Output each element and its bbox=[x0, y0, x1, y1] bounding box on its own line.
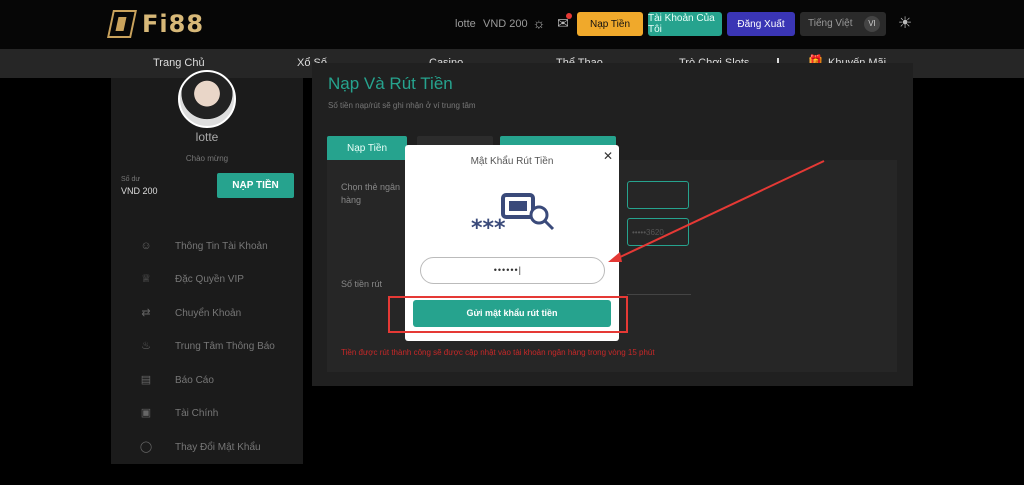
logout-button[interactable]: Đăng Xuất bbox=[727, 12, 795, 36]
language-label: Tiếng Việt bbox=[808, 18, 853, 29]
user-icon: ☺ bbox=[140, 240, 152, 252]
sidebar-item-label: Báo Cáo bbox=[175, 374, 214, 386]
sidebar-username: lotte bbox=[195, 130, 219, 144]
sidebar-item-transfer[interactable]: ⇄ Chuyển Khoản bbox=[139, 303, 241, 323]
support-icon[interactable]: ☼ bbox=[530, 14, 548, 32]
sidebar-item-notifications[interactable]: ♨ Trung Tâm Thông Báo bbox=[139, 336, 275, 356]
sidebar-item-label: Chuyển Khoản bbox=[175, 307, 242, 319]
avatar bbox=[178, 70, 236, 128]
logo-text: Fi88 bbox=[142, 10, 205, 38]
bell-icon: ♨ bbox=[141, 340, 151, 352]
shield-icon: ◯ bbox=[139, 441, 153, 453]
page-subtitle: Số tiền nạp/rút sẽ ghi nhận ở ví trung t… bbox=[328, 101, 476, 110]
account-sidebar: lotte Chào mừng Số dư VND 200 NẠP TIỀN ☺… bbox=[111, 70, 303, 464]
language-select[interactable]: Tiếng Việt VI bbox=[800, 12, 886, 36]
my-account-button[interactable]: Tài Khoản Của Tôi bbox=[648, 12, 722, 36]
theme-toggle-icon[interactable]: ☀ bbox=[896, 15, 914, 33]
header-username: lotte bbox=[455, 18, 476, 30]
language-code: VI bbox=[864, 16, 880, 32]
sidebar-deposit-button[interactable]: NẠP TIỀN bbox=[217, 173, 294, 198]
crown-icon: ♕ bbox=[141, 273, 151, 285]
balance-label: Số dư bbox=[121, 176, 141, 183]
amount-label: Số tiền rút bbox=[341, 279, 383, 289]
brand-logo[interactable]: Fi88 bbox=[107, 9, 205, 39]
svg-text:***: *** bbox=[471, 216, 506, 241]
money-icon: ▣ bbox=[140, 407, 152, 419]
close-icon[interactable]: ✕ bbox=[603, 149, 613, 163]
amount-input[interactable] bbox=[627, 294, 691, 295]
sidebar-item-label: Đặc Quyền VIP bbox=[175, 273, 244, 285]
modal-title: Mật Khẩu Rút Tiền bbox=[470, 156, 554, 167]
sidebar-item-vip[interactable]: ♕ Đặc Quyền VIP bbox=[139, 269, 244, 289]
sidebar-item-label: Thay Đổi Mật Khẩu bbox=[175, 441, 261, 453]
sidebar-item-label: Tài Chính bbox=[175, 407, 219, 419]
page-title: Nạp Và Rút Tiền bbox=[328, 74, 453, 93]
password-illustration-icon: *** bbox=[471, 193, 555, 241]
bank-select[interactable] bbox=[627, 181, 689, 209]
document-icon: ▤ bbox=[140, 374, 152, 386]
bank-select-label: Chọn thẻ ngân hàng bbox=[341, 182, 401, 205]
withdraw-password-input[interactable]: ••••••| bbox=[420, 257, 605, 284]
sidebar-item-reports[interactable]: ▤ Báo Cáo bbox=[139, 370, 214, 390]
header-balance: VND 200 bbox=[483, 18, 528, 30]
sidebar-greeting: Chào mừng bbox=[185, 154, 229, 163]
highlight-box bbox=[388, 296, 628, 333]
balance-value: VND 200 bbox=[121, 186, 158, 196]
sidebar-item-label: Trung Tâm Thông Báo bbox=[175, 340, 275, 352]
withdraw-notice: Tiền được rút thành công sẽ được cập nhậ… bbox=[341, 348, 655, 357]
account-select[interactable]: •••••3620 bbox=[627, 218, 689, 246]
logo-mark-icon bbox=[107, 10, 137, 38]
sidebar-item-label: Thông Tin Tài Khoản bbox=[175, 240, 268, 252]
notification-dot bbox=[566, 13, 572, 19]
transfer-icon: ⇄ bbox=[141, 307, 151, 319]
tab-deposit[interactable]: Nạp Tiền bbox=[327, 136, 407, 160]
sidebar-item-change-password[interactable]: ◯ Thay Đổi Mật Khẩu bbox=[139, 437, 261, 457]
nav-item-home[interactable]: Trang Chủ bbox=[153, 57, 205, 69]
top-bar: Fi88 lotte VND 200 ☼ ✉ Nạp Tiền Tài Khoả… bbox=[0, 0, 1024, 49]
header-deposit-button[interactable]: Nạp Tiền bbox=[577, 12, 643, 36]
sidebar-item-finance[interactable]: ▣ Tài Chính bbox=[139, 403, 219, 423]
sidebar-item-account-info[interactable]: ☺ Thông Tin Tài Khoản bbox=[139, 236, 268, 256]
